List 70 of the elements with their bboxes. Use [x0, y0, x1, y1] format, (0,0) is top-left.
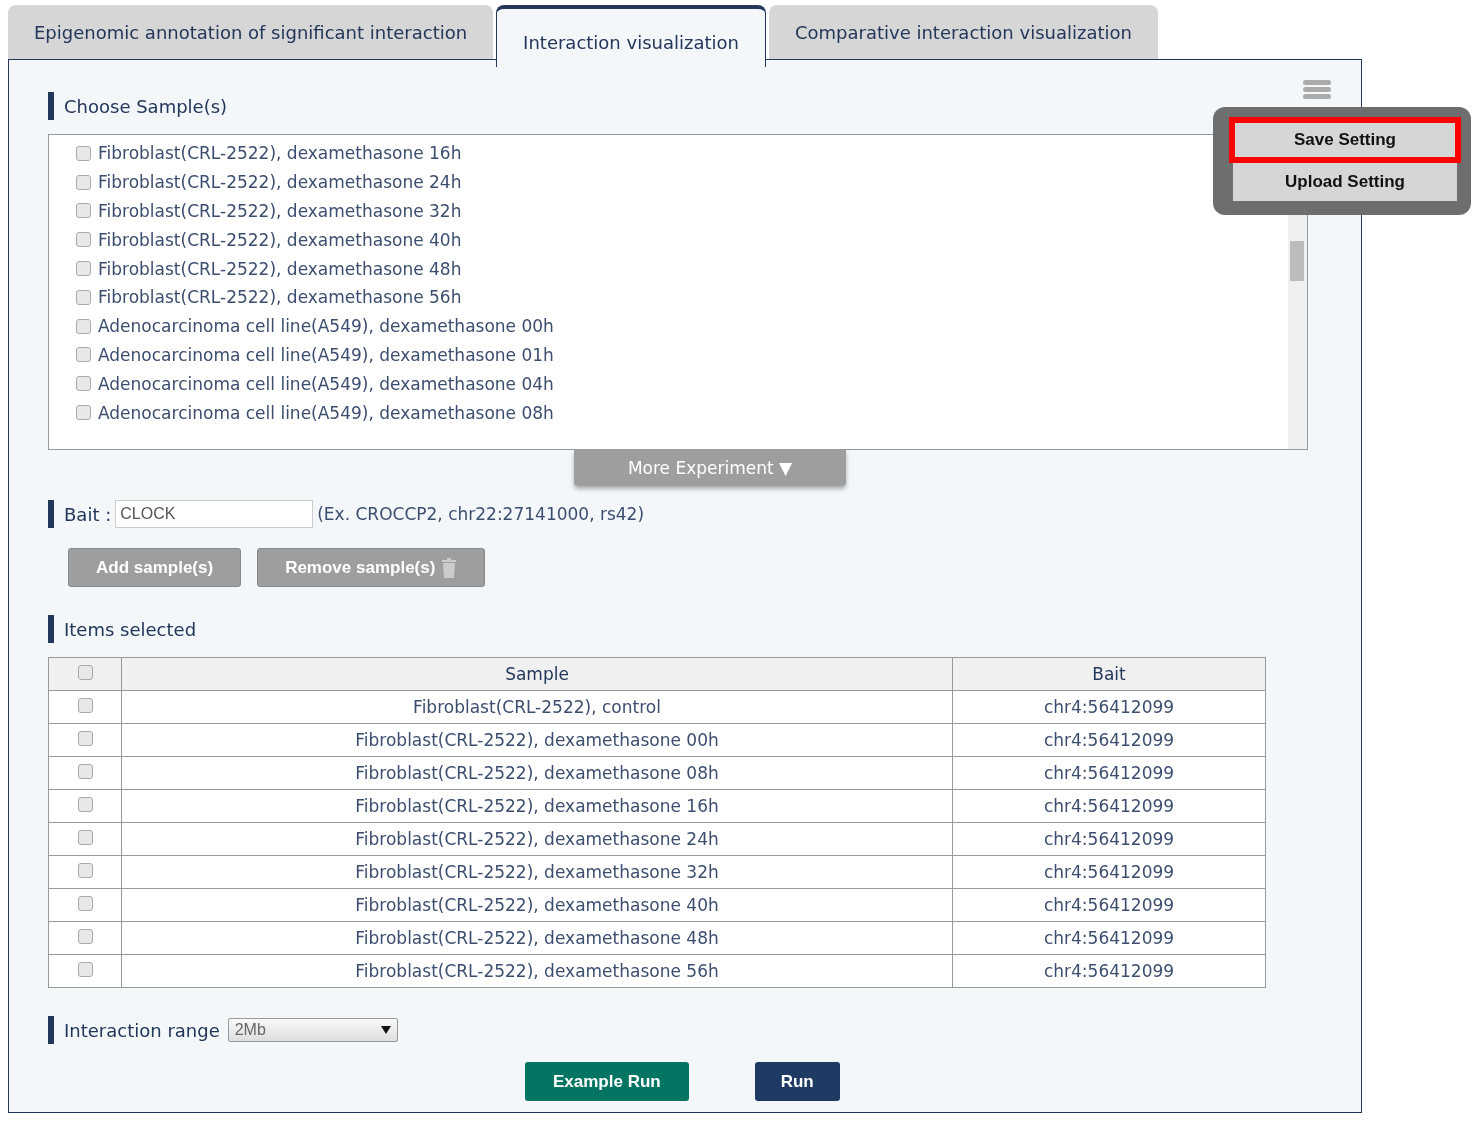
column-header: Bait	[952, 657, 1266, 691]
table-cell: chr4:56412099	[952, 921, 1266, 955]
table-cell: Fibroblast(CRL-2522), dexamethasone 00h	[121, 723, 953, 757]
example-run-button[interactable]: Example Run	[525, 1062, 689, 1101]
dropdown-arrow-icon	[380, 1026, 391, 1034]
menu-icon[interactable]	[1303, 80, 1331, 100]
table-cell: Fibroblast(CRL-2522), dexamethasone 08h	[121, 756, 953, 790]
checkbox[interactable]	[77, 962, 93, 977]
checkbox[interactable]	[77, 797, 93, 812]
checkbox[interactable]	[77, 830, 93, 845]
checkbox[interactable]	[77, 731, 93, 746]
table-cell: Fibroblast(CRL-2522), control	[121, 690, 953, 724]
table-cell: chr4:56412099	[952, 723, 1266, 757]
table-cell: chr4:56412099	[952, 888, 1266, 922]
trash-icon	[441, 557, 458, 578]
sample-label[interactable]: Fibroblast(CRL-2522), dexamethasone 40h	[98, 229, 462, 250]
table-cell: chr4:56412099	[952, 822, 1266, 856]
menu-item[interactable]: Upload Setting	[1233, 163, 1457, 201]
table-cell: chr4:56412099	[952, 954, 1266, 988]
sample-label[interactable]: Adenocarcinoma cell line(A549), dexamethasone 08h	[98, 402, 554, 423]
section-heading: Choose Sample(s)	[64, 95, 228, 117]
checkbox[interactable]	[76, 318, 91, 334]
range-select[interactable]: 2Mb	[227, 1018, 398, 1042]
checkbox[interactable]	[76, 261, 91, 277]
sample-label[interactable]: Fibroblast(CRL-2522), dexamethasone 16h	[98, 143, 462, 164]
checkbox[interactable]	[77, 764, 93, 779]
run-button[interactable]: Run	[754, 1062, 840, 1101]
bait-input[interactable]: CLOCK	[115, 500, 314, 528]
checkbox[interactable]	[77, 929, 93, 944]
tab[interactable]: Comparative interaction visualization	[768, 5, 1158, 59]
checkbox[interactable]	[76, 174, 91, 190]
sample-label[interactable]: Adenocarcinoma cell line(A549), dexamethasone 01h	[98, 344, 554, 365]
table-cell: Fibroblast(CRL-2522), dexamethasone 56h	[121, 954, 953, 988]
table-cell: chr4:56412099	[952, 789, 1266, 823]
sample-label[interactable]: Fibroblast(CRL-2522), dexamethasone 48h	[98, 258, 462, 279]
checkbox[interactable]	[76, 289, 91, 305]
heading-marker	[48, 1016, 54, 1044]
checkbox[interactable]	[77, 698, 93, 713]
checkbox[interactable]	[76, 145, 91, 161]
sample-label[interactable]: Fibroblast(CRL-2522), dexamethasone 32h	[98, 201, 462, 221]
sample-label[interactable]: Fibroblast(CRL-2522), dexamethasone 56h	[98, 287, 462, 308]
checkbox[interactable]	[76, 376, 91, 392]
checkbox[interactable]	[76, 405, 91, 421]
table-cell: Fibroblast(CRL-2522), dexamethasone 48h	[121, 921, 953, 955]
bait-label: Bait :	[64, 503, 112, 525]
checkbox[interactable]	[77, 896, 93, 911]
checkbox[interactable]	[76, 203, 91, 219]
range-label: Interaction range	[64, 1019, 220, 1041]
checkbox[interactable]	[76, 347, 91, 363]
table-cell: chr4:56412099	[952, 756, 1266, 790]
heading-marker	[48, 92, 54, 120]
heading-marker	[48, 500, 54, 528]
table-cell: Fibroblast(CRL-2522), dexamethasone 40h	[121, 888, 953, 922]
checkbox[interactable]	[76, 232, 91, 248]
heading-marker	[48, 615, 54, 643]
checkbox[interactable]	[77, 863, 93, 878]
sample-label[interactable]: Adenocarcinoma cell line(A549), dexamethasone 00h	[98, 316, 554, 337]
table-cell: chr4:56412099	[952, 855, 1266, 889]
table-cell: Fibroblast(CRL-2522), dexamethasone 32h	[121, 855, 953, 889]
sample-label[interactable]: Fibroblast(CRL-2522), dexamethasone 24h	[98, 172, 462, 193]
table-cell: chr4:56412099	[952, 690, 1266, 724]
column-header: Sample	[121, 657, 953, 691]
checkbox[interactable]	[77, 665, 93, 680]
tab[interactable]: Epigenomic annotation of significant interaction	[8, 5, 494, 59]
table-cell: Fibroblast(CRL-2522), dexamethasone 24h	[121, 822, 953, 856]
bait-hint: (Ex. CROCCP2, chr22:27141000, rs42)	[317, 504, 645, 524]
tab[interactable]: Interaction visualization	[496, 5, 766, 67]
sample-label[interactable]: Adenocarcinoma cell line(A549), dexamethasone 04h	[98, 373, 554, 394]
table-cell: Fibroblast(CRL-2522), dexamethasone 16h	[121, 789, 953, 823]
section-heading: Items selected	[64, 618, 197, 640]
